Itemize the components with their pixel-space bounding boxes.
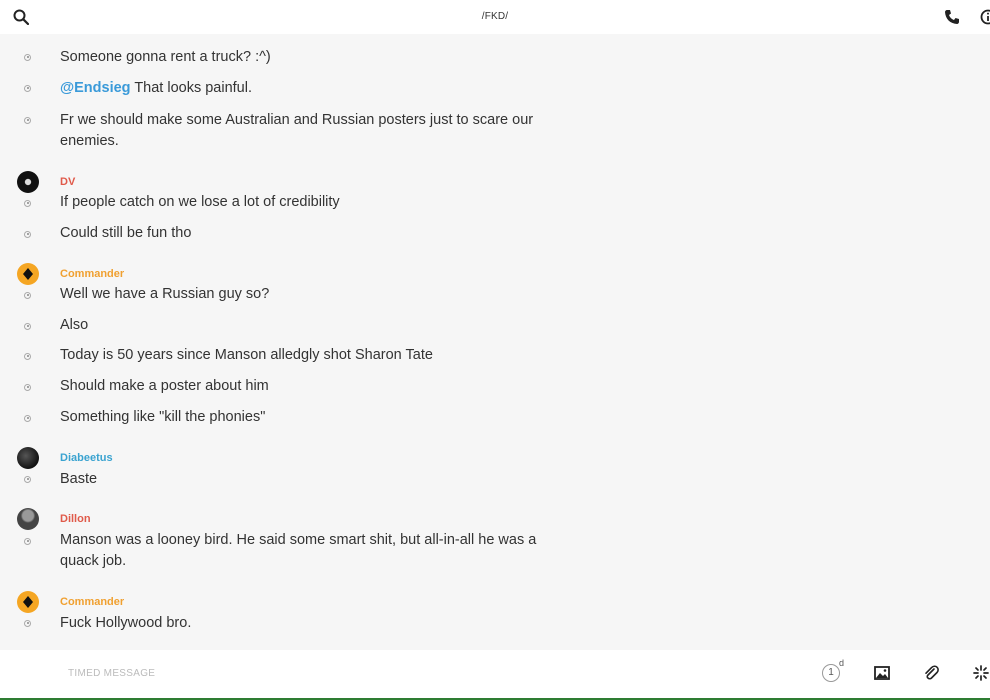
message-status-icon xyxy=(24,415,31,422)
author-name[interactable]: DV xyxy=(60,176,75,188)
top-bar: /FKD/ xyxy=(0,0,990,34)
message-list[interactable]: Someone gonna rent a truck? :^) @Endsieg… xyxy=(0,34,990,650)
message-status-icon xyxy=(24,54,31,61)
timer-button[interactable]: 1 d xyxy=(822,658,844,682)
info-icon[interactable] xyxy=(980,9,990,25)
author-name[interactable]: Dillon xyxy=(60,513,91,525)
message-status-icon xyxy=(24,476,31,483)
message-status-icon xyxy=(24,117,31,124)
message-text: If people catch on we lose a lot of cred… xyxy=(60,194,340,210)
message-input[interactable]: TIMED MESSAGE xyxy=(68,668,155,679)
timer-value: 1 xyxy=(822,664,840,682)
paperclip-icon[interactable] xyxy=(923,665,939,681)
message-status-icon xyxy=(24,384,31,391)
author-name[interactable]: Commander xyxy=(60,268,124,280)
conversation-title: /FKD/ xyxy=(481,11,509,22)
message-text: Today is 50 years since Manson alledgly … xyxy=(60,347,433,363)
phone-icon[interactable] xyxy=(944,9,960,25)
message-text: Should make a poster about him xyxy=(60,378,269,394)
message-text: Fuck Hollywood bro. xyxy=(60,615,192,631)
avatar[interactable] xyxy=(17,263,39,285)
message-status-icon xyxy=(24,200,31,207)
message-text: Fr we should make some Australian and Ru… xyxy=(60,112,534,149)
avatar[interactable] xyxy=(17,447,39,469)
message-text-content: That looks painful. xyxy=(130,80,252,96)
message-status-icon xyxy=(24,620,31,627)
message-status-icon xyxy=(24,85,31,92)
author-name[interactable]: Diabeetus xyxy=(60,452,113,464)
message-text: Well we have a Russian guy so? xyxy=(60,286,270,302)
sparkle-icon[interactable] xyxy=(973,665,989,681)
avatar[interactable] xyxy=(17,171,39,193)
message-status-icon xyxy=(24,323,31,330)
image-icon[interactable] xyxy=(874,665,890,681)
message-status-icon xyxy=(24,353,31,360)
composer-bar: TIMED MESSAGE 1 d xyxy=(0,650,990,698)
message-text: Baste xyxy=(60,471,98,487)
message-text: Could still be fun tho xyxy=(60,225,192,241)
mention-link[interactable]: @Endsieg xyxy=(60,80,131,96)
avatar[interactable] xyxy=(17,591,39,613)
message-text: Someone gonna rent a truck? :^) xyxy=(60,49,271,65)
message-text: Manson was a looney bird. He said some s… xyxy=(60,532,537,569)
author-name[interactable]: Commander xyxy=(60,596,124,608)
message-status-icon xyxy=(24,292,31,299)
avatar[interactable] xyxy=(17,508,39,530)
message-status-icon xyxy=(24,231,31,238)
message-text: Something like "kill the phonies" xyxy=(60,409,266,425)
message-text: Also xyxy=(60,317,89,333)
message-status-icon xyxy=(24,538,31,545)
timer-unit: d xyxy=(839,658,845,668)
message-text: @Endsieg That looks painful. xyxy=(60,78,540,99)
